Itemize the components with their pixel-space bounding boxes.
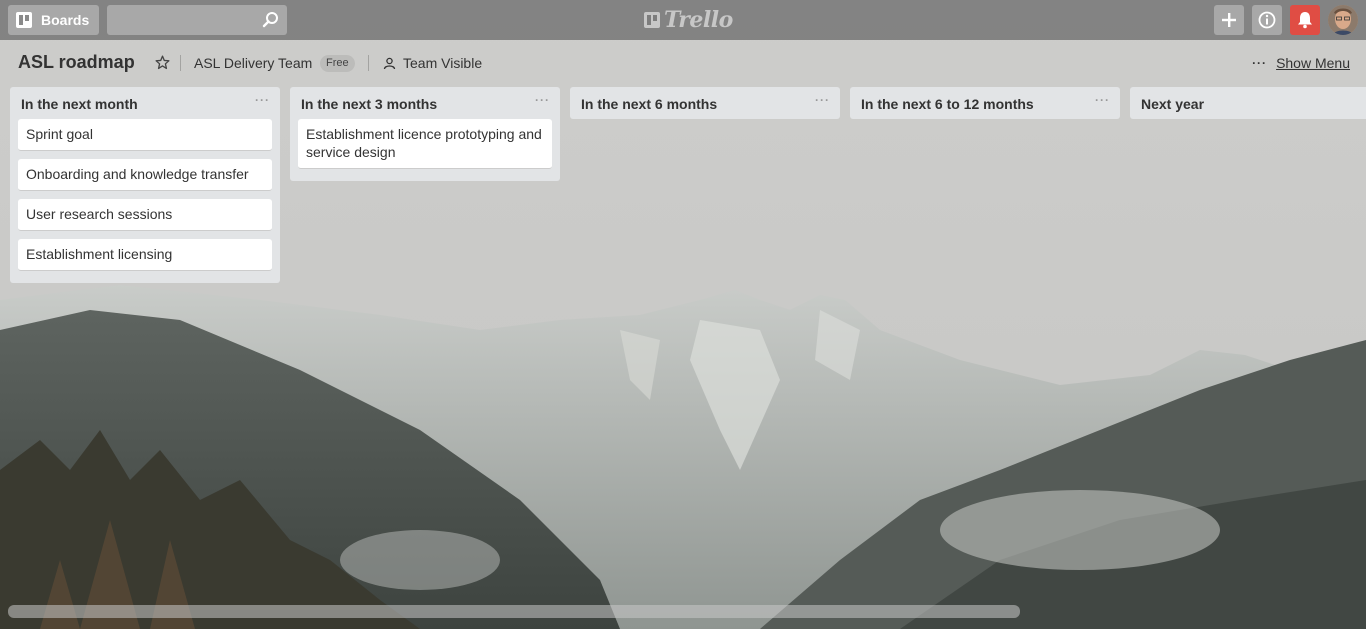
list-menu-icon[interactable]: ··· [1095, 93, 1110, 107]
list-header: In the next 6 to 12 months ··· [850, 87, 1120, 119]
team-name-link[interactable]: ASL Delivery Team [194, 55, 312, 71]
list-in-the-next-3-months[interactable]: In the next 3 months ··· Establishment l… [290, 87, 560, 181]
card[interactable]: Establishment licensing [18, 239, 272, 271]
list-title[interactable]: Next year [1141, 96, 1204, 112]
user-avatar[interactable] [1328, 5, 1358, 35]
info-icon [1258, 11, 1276, 29]
list-header: Next year [1130, 87, 1366, 119]
list-title[interactable]: In the next 6 to 12 months [861, 96, 1034, 112]
team-visibility-icon [383, 57, 396, 69]
boards-button[interactable]: Boards [8, 5, 99, 35]
search-box[interactable] [107, 5, 287, 35]
bell-icon [1298, 12, 1312, 29]
search-input[interactable] [107, 5, 257, 35]
card[interactable]: User research sessions [18, 199, 272, 231]
list-in-the-next-6-to-12-months[interactable]: In the next 6 to 12 months ··· [850, 87, 1120, 119]
list-menu-icon[interactable]: ··· [255, 93, 270, 107]
board-header: ASL roadmap ASL Delivery Team Free Team … [0, 40, 1366, 86]
card[interactable]: Establishment licence prototyping and se… [298, 119, 552, 169]
list-header: In the next 3 months ··· [290, 87, 560, 119]
list-menu-icon[interactable]: ··· [535, 93, 550, 107]
list-title[interactable]: In the next 6 months [581, 96, 717, 112]
boards-icon [16, 12, 32, 28]
card[interactable]: Sprint goal [18, 119, 272, 151]
info-button[interactable] [1252, 5, 1282, 35]
list-header: In the next month ··· [10, 87, 280, 119]
star-icon[interactable] [155, 55, 170, 70]
visibility-label: Team Visible [403, 55, 483, 71]
more-dots-icon: ··· [1252, 56, 1268, 70]
list-next-year[interactable]: Next year [1130, 87, 1366, 119]
header-divider [180, 55, 181, 71]
notifications-button[interactable] [1290, 5, 1320, 35]
add-button[interactable] [1214, 5, 1244, 35]
trello-logo-icon [644, 12, 660, 28]
top-header-bar: Boards Trello [0, 0, 1366, 40]
list-title[interactable]: In the next month [21, 96, 138, 112]
show-menu-label: Show Menu [1276, 55, 1350, 71]
header-divider [368, 55, 369, 71]
horizontal-scrollbar[interactable] [8, 605, 1020, 618]
list-in-the-next-month[interactable]: In the next month ··· Sprint goal Onboar… [10, 87, 280, 283]
plus-icon [1222, 13, 1236, 27]
list-title[interactable]: In the next 3 months [301, 96, 437, 112]
list-menu-icon[interactable]: ··· [815, 93, 830, 107]
plan-badge: Free [320, 55, 355, 72]
card[interactable]: Onboarding and knowledge transfer [18, 159, 272, 191]
trello-logo[interactable]: Trello [644, 7, 733, 33]
show-menu-button[interactable]: ··· Show Menu [1252, 55, 1350, 71]
visibility-button[interactable]: Team Visible [383, 55, 482, 71]
list-header: In the next 6 months ··· [570, 87, 840, 119]
avatar-image [1328, 5, 1358, 35]
list-in-the-next-6-months[interactable]: In the next 6 months ··· [570, 87, 840, 119]
search-icon[interactable] [262, 11, 280, 29]
boards-button-label: Boards [41, 12, 90, 28]
board-title[interactable]: ASL roadmap [18, 52, 135, 73]
trello-logo-text: Trello [664, 7, 733, 33]
